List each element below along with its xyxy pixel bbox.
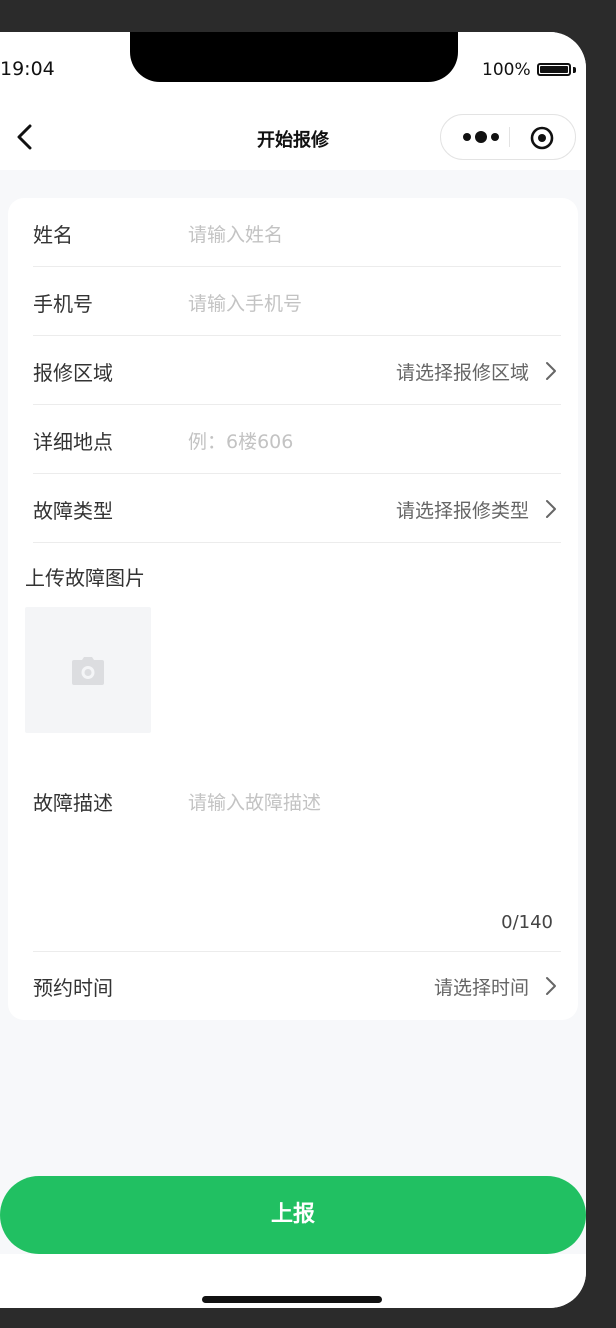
fault-type-label: 故障类型 [33, 499, 113, 523]
chevron-right-icon [546, 500, 556, 518]
description-input[interactable]: 请输入故障描述 [188, 788, 321, 815]
notch [130, 32, 458, 82]
phone-row[interactable]: 手机号 请输入手机号 [33, 267, 561, 336]
char-counter: 0/140 [501, 912, 553, 933]
appointment-label: 预约时间 [33, 976, 113, 1000]
battery-percent: 100% [482, 60, 531, 80]
description-label: 故障描述 [33, 791, 113, 815]
upload-label: 上传故障图片 [25, 566, 145, 590]
phone-label: 手机号 [33, 292, 93, 316]
location-input[interactable]: 例：6楼606 [188, 427, 293, 454]
battery-cap [573, 67, 576, 73]
name-row[interactable]: 姓名 请输入姓名 [33, 198, 561, 267]
battery-icon [537, 63, 571, 76]
phone-screen: 19:04 100% 开始报修 姓名 请输入姓名 手机号 请输入手机号 报修区域… [0, 32, 586, 1308]
fault-type-row[interactable]: 故障类型 请选择报修类型 [33, 474, 561, 543]
more-icon[interactable] [455, 115, 507, 159]
camera-icon [72, 657, 104, 685]
capsule-divider [509, 127, 510, 147]
appointment-select[interactable]: 请选择时间 [434, 973, 529, 1000]
area-select[interactable]: 请选择报修区域 [396, 358, 529, 385]
status-bar: 19:04 100% [0, 32, 586, 106]
fault-type-select[interactable]: 请选择报修类型 [396, 496, 529, 523]
status-time: 19:04 [0, 58, 55, 80]
mini-program-capsule [440, 114, 576, 160]
chevron-right-icon [546, 362, 556, 380]
area-label: 报修区域 [33, 361, 113, 385]
home-indicator [202, 1296, 382, 1303]
upload-image-button[interactable] [25, 607, 151, 733]
appointment-row[interactable]: 预约时间 请选择时间 [33, 952, 561, 1018]
location-row[interactable]: 详细地点 例：6楼606 [33, 405, 561, 474]
chevron-right-icon [546, 977, 556, 995]
target-icon[interactable] [529, 125, 555, 151]
name-input[interactable]: 请输入姓名 [188, 220, 283, 247]
repair-form-card: 姓名 请输入姓名 手机号 请输入手机号 报修区域 请选择报修区域 详细地点 例：… [8, 198, 578, 1020]
nav-bar: 开始报修 [0, 106, 586, 170]
name-label: 姓名 [33, 223, 73, 247]
phone-input[interactable]: 请输入手机号 [188, 289, 302, 316]
area-row[interactable]: 报修区域 请选择报修区域 [33, 336, 561, 405]
submit-button[interactable]: 上报 [0, 1176, 586, 1254]
location-label: 详细地点 [33, 430, 113, 454]
